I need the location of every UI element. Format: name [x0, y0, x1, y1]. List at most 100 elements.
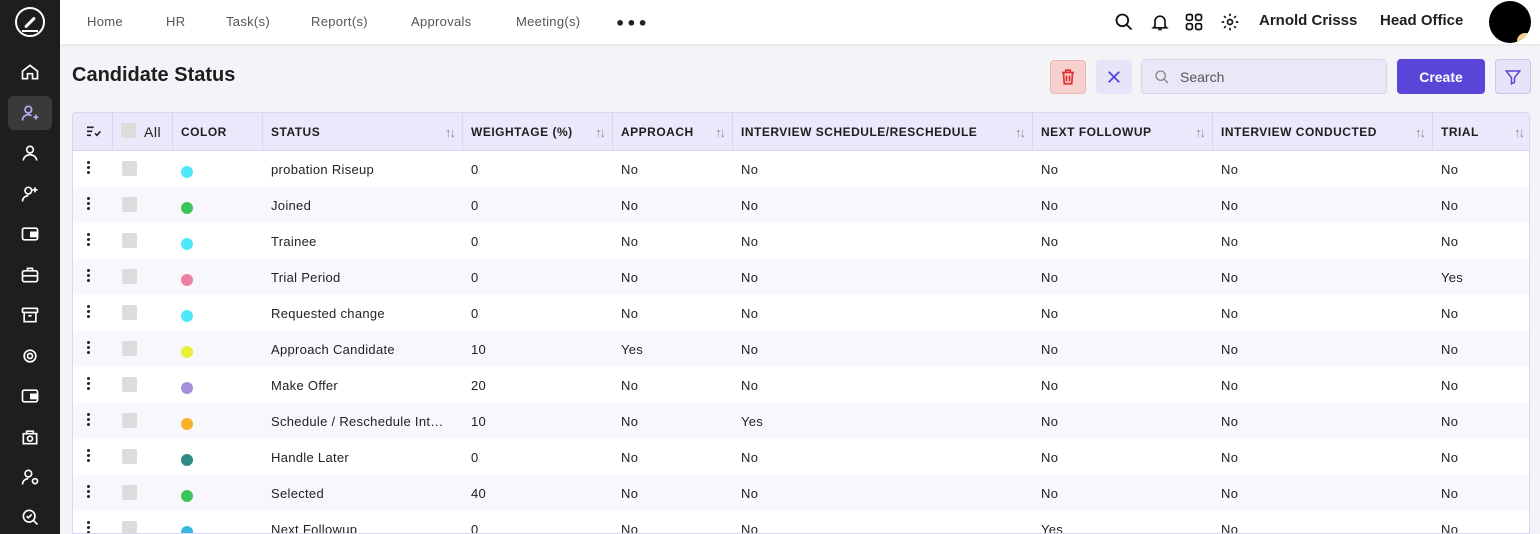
interview-schedule-cell: No — [741, 161, 759, 177]
row-checkbox[interactable] — [122, 521, 137, 533]
nav-home[interactable]: Home — [87, 14, 123, 29]
user-name[interactable]: Arnold Crisss — [1259, 12, 1357, 29]
sidebar-item-helpdesk[interactable] — [8, 420, 52, 454]
trial-cell: No — [1441, 233, 1459, 249]
row-actions-icon[interactable] — [87, 377, 91, 391]
row-checkbox[interactable] — [122, 449, 137, 464]
trial-cell: No — [1441, 305, 1459, 321]
search-icon[interactable] — [1114, 12, 1134, 32]
more-menu-icon[interactable]: ••• — [615, 14, 649, 33]
table-row[interactable]: Selected 40 No No No No No — [73, 475, 1529, 511]
select-all-checkbox[interactable] — [121, 123, 136, 138]
row-checkbox[interactable] — [122, 269, 137, 284]
row-actions-icon[interactable] — [87, 449, 91, 463]
table-row[interactable]: Next Followup 0 No No Yes No No — [73, 511, 1529, 533]
nav-meetings[interactable]: Meeting(s) — [516, 14, 580, 29]
table-row[interactable]: Trial Period 0 No No No No Yes — [73, 259, 1529, 295]
sidebar-item-assets[interactable] — [8, 298, 52, 332]
row-checkbox[interactable] — [122, 161, 137, 176]
row-actions-icon[interactable] — [87, 161, 91, 175]
sidebar-item-onboarding[interactable] — [8, 177, 52, 211]
trial-cell: No — [1441, 449, 1459, 465]
sidebar-item-expenses[interactable] — [8, 379, 52, 413]
table-row[interactable]: Joined 0 No No No No No — [73, 187, 1529, 223]
select-all-header[interactable]: All — [113, 113, 173, 151]
next-followup-cell: No — [1041, 161, 1059, 177]
sidebar-item-recruitment[interactable] — [8, 96, 52, 130]
column-header-color[interactable]: COLOR — [173, 113, 263, 151]
row-actions-icon[interactable] — [87, 269, 91, 283]
sort-icon[interactable]: ↑↓ — [1514, 125, 1525, 140]
company-name[interactable]: Head Office — [1380, 12, 1463, 29]
table-row[interactable]: Trainee 0 No No No No No — [73, 223, 1529, 259]
table-row[interactable]: probation Riseup 0 No No No No No — [73, 151, 1529, 187]
row-checkbox[interactable] — [122, 341, 137, 356]
row-actions-icon[interactable] — [87, 413, 91, 427]
row-actions-icon[interactable] — [87, 305, 91, 319]
row-checkbox[interactable] — [122, 197, 137, 212]
list-check-icon — [86, 126, 101, 137]
interview-conducted-cell: No — [1221, 413, 1239, 429]
column-header-interview-schedule[interactable]: INTERVIEW SCHEDULE/RESCHEDULE ↑↓ — [733, 113, 1033, 151]
approach-cell: No — [621, 233, 639, 249]
avatar[interactable] — [1489, 1, 1531, 43]
row-actions-icon[interactable] — [87, 233, 91, 247]
row-actions-icon[interactable] — [87, 197, 91, 211]
table-row[interactable]: Approach Candidate 10 Yes No No No No — [73, 331, 1529, 367]
sort-icon[interactable]: ↑↓ — [1015, 125, 1026, 140]
sidebar-item-configuration[interactable] — [8, 460, 52, 494]
row-checkbox[interactable] — [122, 413, 137, 428]
sort-icon[interactable]: ↑↓ — [595, 125, 606, 140]
table-row[interactable]: Handle Later 0 No No No No No — [73, 439, 1529, 475]
weightage-cell: 10 — [471, 413, 487, 429]
color-dot — [181, 274, 193, 286]
column-header-approach[interactable]: APPROACH ↑↓ — [613, 113, 733, 151]
clear-selection-button[interactable] — [1096, 60, 1132, 94]
search-input[interactable] — [1180, 60, 1380, 93]
logo-icon[interactable] — [15, 7, 45, 37]
row-checkbox[interactable] — [122, 305, 137, 320]
next-followup-cell: No — [1041, 197, 1059, 213]
sidebar-item-projects[interactable] — [8, 258, 52, 292]
table-row[interactable]: Schedule / Reschedule Int… 10 No Yes No No No — [73, 403, 1529, 439]
delete-button[interactable] — [1050, 60, 1086, 94]
sidebar-item-performance[interactable] — [8, 339, 52, 373]
column-header-interview-conducted[interactable]: INTERVIEW CONDUCTED ↑↓ — [1213, 113, 1433, 151]
sidebar-item-reports[interactable] — [8, 500, 52, 534]
sort-icon[interactable]: ↑↓ — [715, 125, 726, 140]
sort-icon[interactable]: ↑↓ — [1195, 125, 1206, 140]
color-dot — [181, 418, 193, 430]
row-actions-icon[interactable] — [87, 341, 91, 355]
nav-reports[interactable]: Report(s) — [311, 14, 368, 29]
nav-tasks[interactable]: Task(s) — [226, 14, 270, 29]
column-settings-button[interactable] — [73, 113, 113, 151]
sidebar-item-home[interactable] — [8, 55, 52, 89]
column-header-next-followup[interactable]: NEXT FOLLOWUP ↑↓ — [1033, 113, 1213, 151]
weightage-cell: 40 — [471, 485, 487, 501]
sidebar-item-employee[interactable] — [8, 136, 52, 170]
next-followup-cell: No — [1041, 269, 1059, 285]
create-button[interactable]: Create — [1397, 59, 1485, 94]
bell-icon[interactable] — [1150, 12, 1170, 32]
table-row[interactable]: Make Offer 20 No No No No No — [73, 367, 1529, 403]
interview-schedule-cell: No — [741, 485, 759, 501]
sidebar-item-payroll[interactable] — [8, 217, 52, 251]
nav-hr[interactable]: HR — [166, 14, 185, 29]
grid-icon[interactable] — [1184, 12, 1204, 32]
nav-approvals[interactable]: Approvals — [411, 14, 472, 29]
column-header-weightage[interactable]: WEIGHTAGE (%) ↑↓ — [463, 113, 613, 151]
filter-button[interactable] — [1495, 59, 1531, 94]
sort-icon[interactable]: ↑↓ — [1415, 125, 1426, 140]
row-checkbox[interactable] — [122, 377, 137, 392]
column-header-label: APPROACH — [621, 125, 694, 139]
row-checkbox[interactable] — [122, 233, 137, 248]
row-checkbox[interactable] — [122, 485, 137, 500]
column-header-status[interactable]: STATUS ↑↓ — [263, 113, 463, 151]
table-row[interactable]: Requested change 0 No No No No No — [73, 295, 1529, 331]
row-actions-icon[interactable] — [87, 485, 91, 499]
gear-icon[interactable] — [1220, 12, 1240, 32]
row-actions-icon[interactable] — [87, 521, 91, 533]
column-header-trial[interactable]: TRIAL ↑↓ — [1433, 113, 1529, 151]
column-header-label: STATUS — [271, 125, 321, 139]
sort-icon[interactable]: ↑↓ — [445, 125, 456, 140]
